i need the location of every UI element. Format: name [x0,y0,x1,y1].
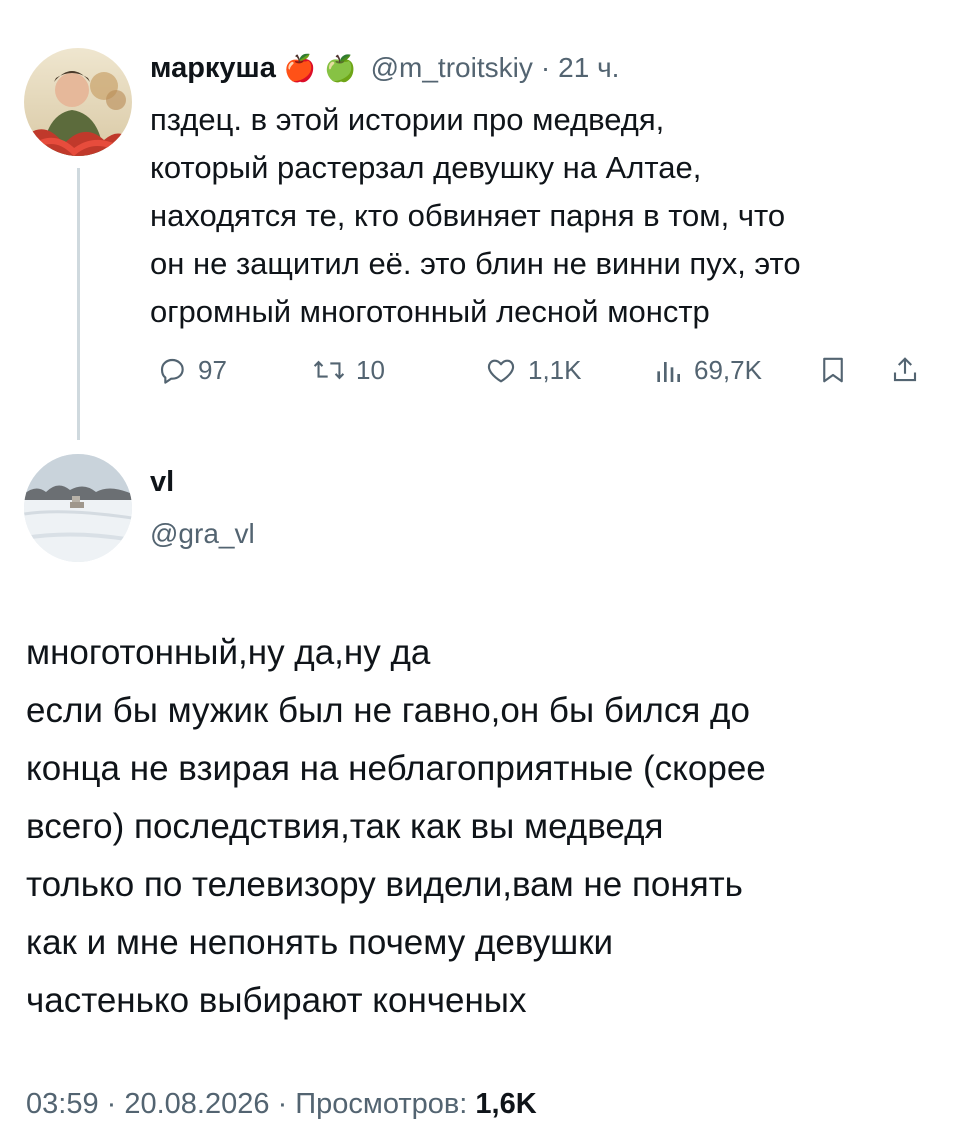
like-icon [487,359,515,383]
main-display-name[interactable]: vl [150,466,174,499]
apple-red-icon: 🍎 [283,52,317,83]
views-count: 69,7K [694,354,762,385]
reply-icon [160,358,184,384]
bookmark-icon [823,357,843,383]
avatar-image [24,48,132,156]
tweet-meta: 03:59 · 20.08.2026 · Просмотров: 1,6K [26,1088,537,1121]
avatar-image [24,454,132,562]
reply-time[interactable]: 21 ч. [558,52,619,84]
reply-display-name[interactable]: маркуша [150,52,276,85]
thread-line [77,168,80,440]
apple-green-icon: 🍏 [324,52,357,83]
reply-header: маркуша 🍎 🍏 @m_troitskiy · 21 ч. [150,46,619,90]
reply-count: 97 [198,354,227,385]
main-text: многотонный,ну да,ну да если бы мужик бы… [26,633,766,1020]
like-button[interactable]: 1,1K [484,350,582,390]
share-button[interactable] [890,350,920,390]
views-button[interactable]: 69,7K [652,350,762,390]
repost-button[interactable]: 10 [312,350,385,390]
views-label: Просмотров: [295,1088,468,1120]
separator-dot: · [277,1088,296,1120]
share-icon [893,357,917,382]
like-count: 1,1K [528,354,582,385]
tweet-time[interactable]: 03:59 [26,1088,99,1120]
repost-count: 10 [356,354,385,385]
bookmark-button[interactable] [818,350,848,390]
repost-icon [313,360,345,380]
reply-text: пздец. в этой истории про медведя, котор… [150,102,801,329]
main-handle[interactable]: @gra_vl [150,518,255,550]
avatar-vl[interactable] [24,454,132,562]
reply-button[interactable]: 97 [156,350,227,390]
tweet-date[interactable]: 20.08.2026 [124,1088,269,1120]
avatar-markusha[interactable] [24,48,132,156]
separator-dot: · [540,52,551,83]
reply-handle[interactable]: @m_troitskiy [371,52,533,84]
views-total: 1,6K [475,1088,537,1120]
views-icon [657,362,680,382]
separator-dot: · [106,1088,125,1120]
